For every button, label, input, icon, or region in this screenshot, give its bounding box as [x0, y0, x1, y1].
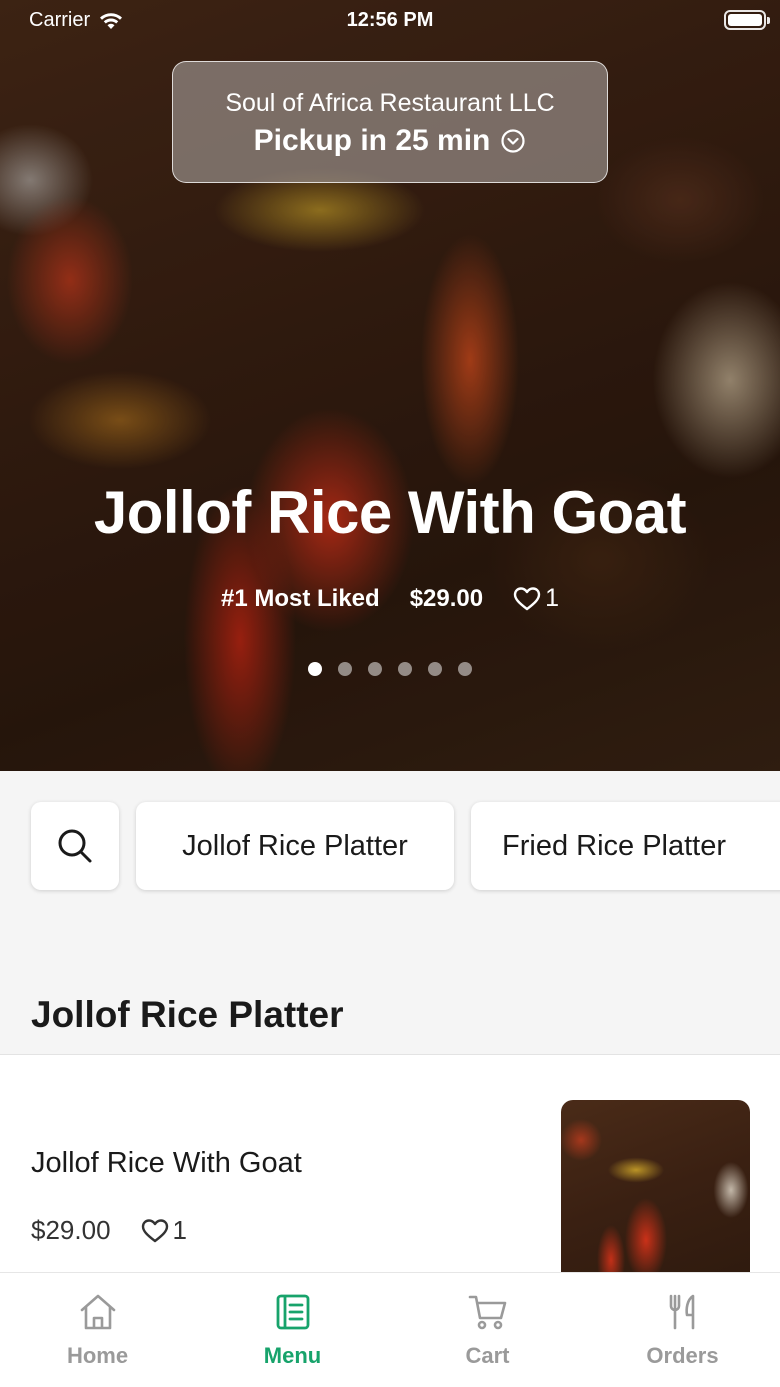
featured-likes[interactable]: 1 — [513, 584, 559, 613]
pickup-label: Pickup in 25 min — [253, 124, 491, 157]
carousel-dot[interactable] — [308, 662, 322, 676]
tab-label: Home — [66, 1343, 129, 1368]
tab-label: Cart — [465, 1343, 510, 1368]
home-icon — [80, 1294, 115, 1330]
tab-label: Orders — [646, 1343, 719, 1368]
orders-icon — [669, 1294, 694, 1330]
featured-item-meta: #1 Most Liked $29.00 1 — [0, 584, 780, 613]
heart-icon — [141, 1218, 168, 1242]
tab-home[interactable]: Home — [0, 1273, 195, 1387]
carousel-dots[interactable] — [0, 662, 780, 676]
carousel-dot[interactable] — [398, 662, 412, 676]
tab-menu[interactable]: Menu — [195, 1273, 390, 1387]
menu-item-likes[interactable]: 1 — [141, 1215, 187, 1246]
carousel-dot[interactable] — [428, 662, 442, 676]
carousel-dot[interactable] — [368, 662, 382, 676]
carousel-dot[interactable] — [458, 662, 472, 676]
battery-icon — [724, 10, 770, 30]
featured-likes-count: 1 — [545, 584, 560, 612]
heart-icon — [513, 586, 541, 610]
category-chip-jollof-rice-platter[interactable]: Jollof Rice Platter — [136, 802, 454, 890]
menu-item-card[interactable]: Jollof Rice With Goat $29.00 1 — [0, 1055, 780, 1287]
hero-banner[interactable]: Carrier 12:56 PM Soul of Africa Restaura… — [0, 0, 780, 771]
cart-icon — [468, 1295, 506, 1330]
category-bar: Jollof Rice Platter Fried Rice Platter — [31, 802, 780, 890]
menu-item-name: Jollof Rice With Goat — [31, 1147, 302, 1179]
menu-item-likes-count: 1 — [172, 1215, 187, 1245]
category-chip-fried-rice-platter[interactable]: Fried Rice Platter — [471, 802, 780, 890]
featured-badge: #1 Most Liked — [220, 584, 380, 612]
pickup-time: Pickup in 25 min — [173, 124, 607, 158]
menu-item-photo[interactable] — [561, 1100, 750, 1287]
search-icon — [58, 829, 92, 863]
chevron-down-circle-icon — [501, 129, 525, 153]
tab-cart[interactable]: Cart — [390, 1273, 585, 1387]
restaurant-name: Soul of Africa Restaurant LLC — [225, 89, 555, 117]
tab-label: Menu — [263, 1343, 322, 1368]
featured-price: $29.00 — [409, 584, 484, 612]
clock: 12:56 PM — [346, 9, 434, 31]
menu-icon — [276, 1294, 309, 1330]
pickup-location-selector[interactable]: Soul of Africa Restaurant LLC Pickup in … — [172, 61, 608, 183]
status-bar: Carrier 12:56 PM — [0, 0, 780, 40]
menu-item-price: $29.00 — [31, 1215, 111, 1245]
section-title: Jollof Rice Platter — [31, 994, 344, 1035]
search-button[interactable] — [31, 802, 119, 890]
menu-item-meta: $29.00 1 — [31, 1215, 187, 1246]
carousel-dot[interactable] — [338, 662, 352, 676]
featured-item-title: Jollof Rice With Goat — [93, 479, 687, 546]
tab-bar: Home Menu Cart Orders — [0, 1272, 780, 1387]
tab-orders[interactable]: Orders — [585, 1273, 780, 1387]
